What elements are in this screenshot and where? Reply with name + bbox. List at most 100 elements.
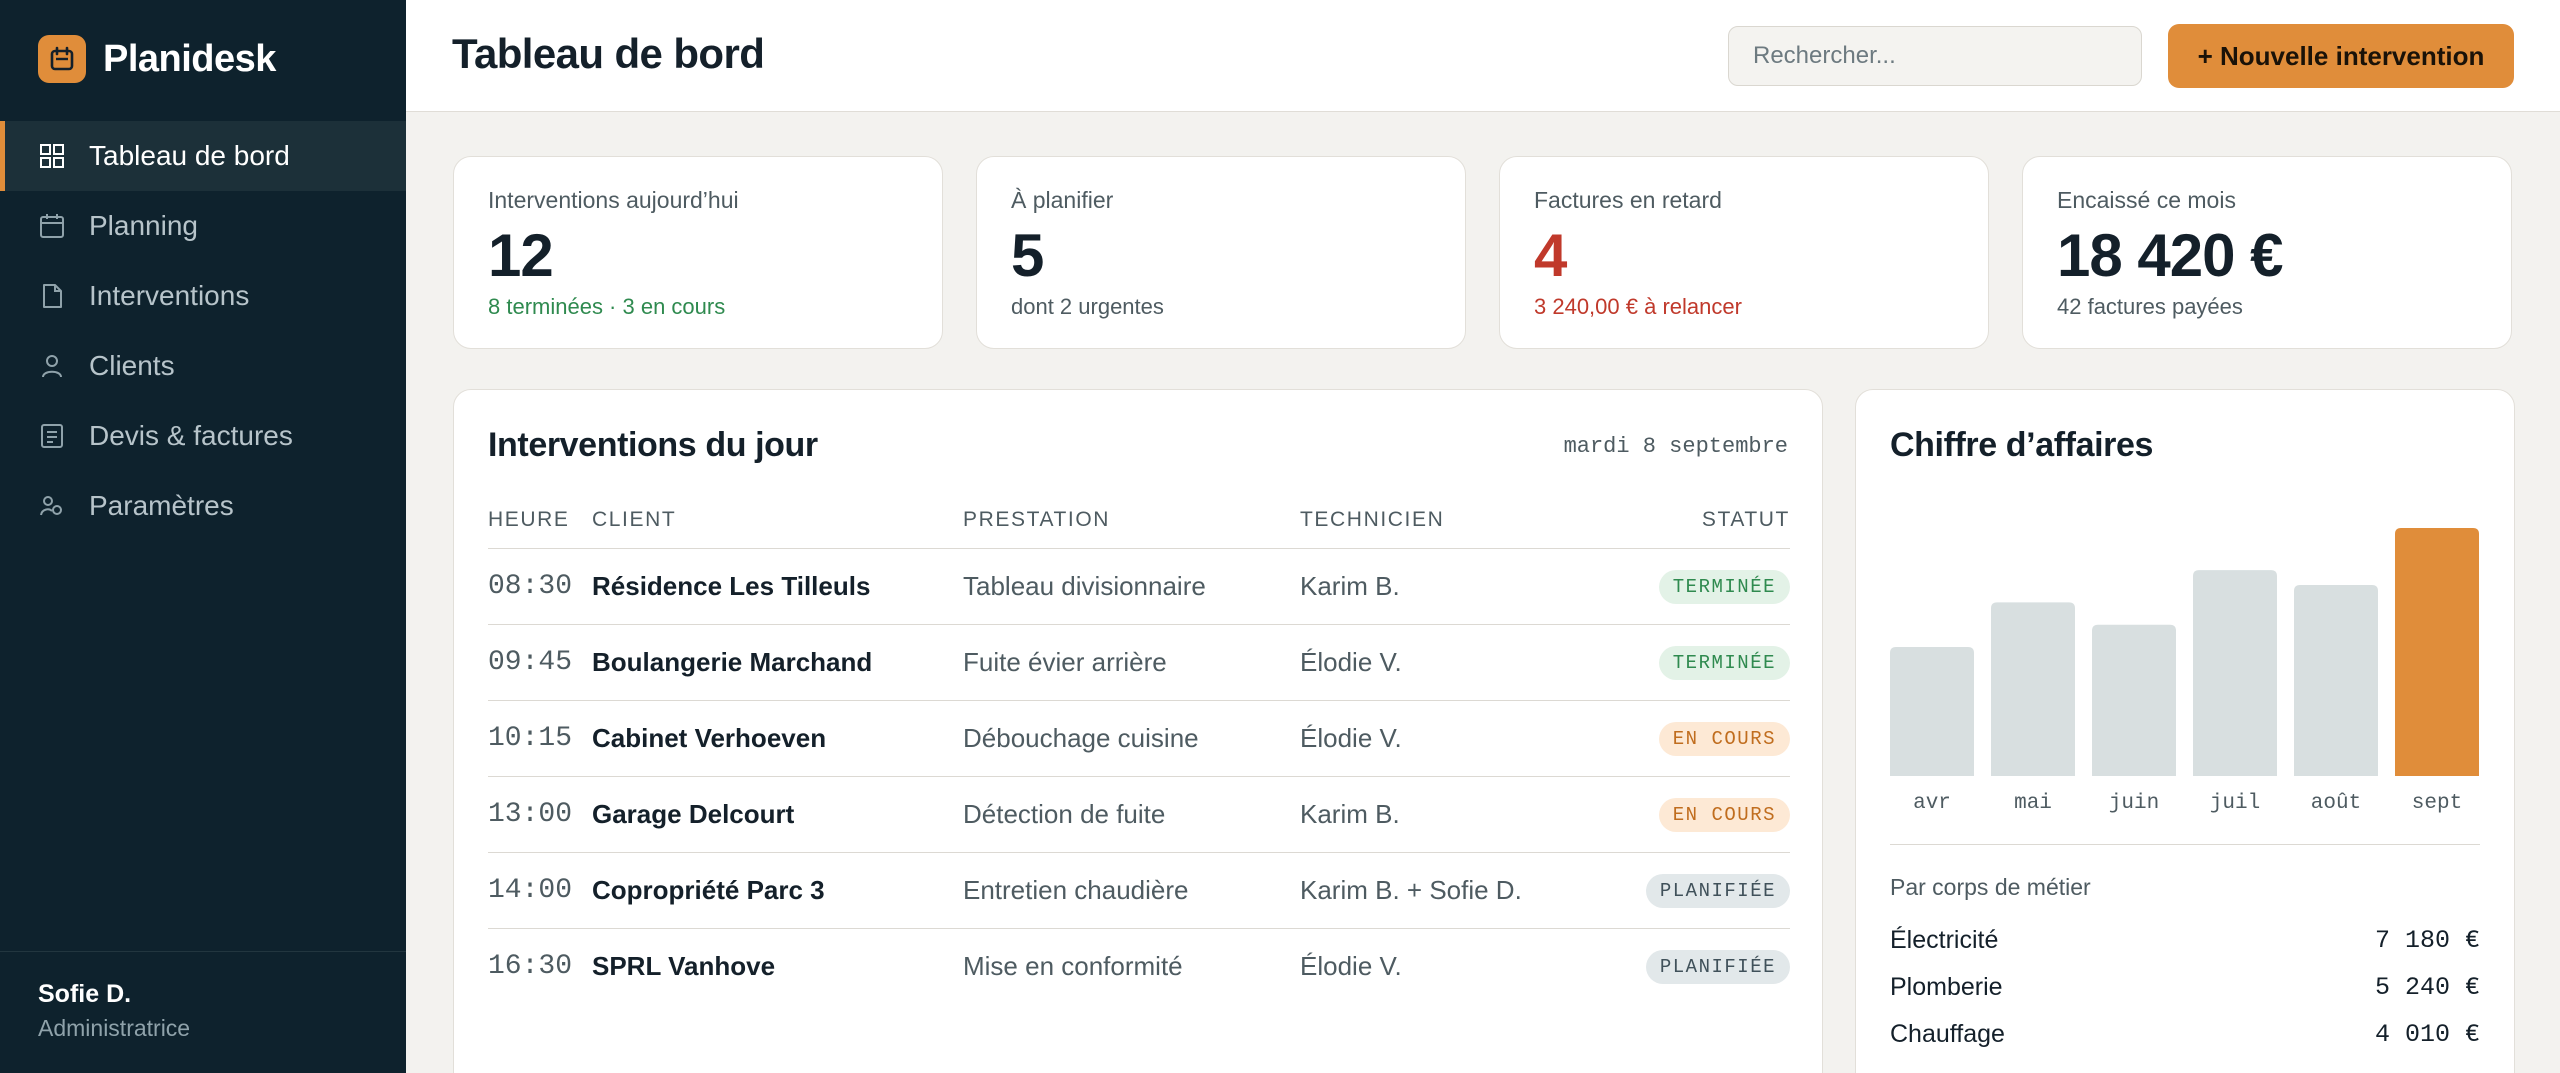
sidebar-item-label: Planning	[89, 210, 198, 241]
chart-bar-juil[interactable]	[2193, 570, 2277, 776]
new-intervention-button[interactable]: + Nouvelle intervention	[2168, 24, 2514, 88]
chart-tick-label: avr	[1913, 792, 1951, 815]
column-header-status[interactable]: STATUT	[1600, 492, 1790, 549]
settings-icon	[38, 492, 66, 520]
chart-bar-sept[interactable]	[2395, 528, 2479, 776]
chart-tick-label: juil	[2210, 792, 2260, 815]
row-time: 14:00	[488, 852, 592, 929]
chart-tick-label: juin	[2109, 792, 2159, 815]
dashboard-icon	[38, 142, 66, 170]
sidebar-item-dashboard[interactable]: Tableau de bord	[0, 121, 406, 191]
chart-bar-avr[interactable]	[1890, 647, 1974, 776]
stat-sub: dont 2 urgentes	[1011, 294, 1164, 319]
stat-sub: 42 factures payées	[2057, 294, 2243, 319]
row-service: Mise en conformité	[963, 950, 1183, 981]
sidebar-item-interventions[interactable]: Interventions	[0, 261, 406, 331]
row-technician: Élodie V.	[1300, 700, 1600, 777]
row-client: Copropriété Parc 3	[592, 852, 963, 929]
status-badge: EN COURS	[1658, 722, 1790, 756]
chart-bar-août[interactable]	[2294, 585, 2378, 776]
stat-card-collected: Encaissé ce mois 18 420 € 42 factures pa…	[2022, 156, 2512, 349]
column-header-technician[interactable]: TECHNICIEN	[1300, 492, 1600, 549]
chart-tick-label: sept	[2412, 792, 2462, 815]
page-title: Tableau de bord	[452, 30, 765, 77]
row-time: 16:30	[488, 950, 573, 982]
breakdown-title: Par corps de métier	[1890, 874, 2091, 900]
table-row[interactable]: 10:15 Cabinet Verhoeven Débouchage cuisi…	[488, 700, 1790, 777]
status-badge: PLANIFIÉE	[1645, 874, 1790, 908]
stat-value: 5	[1011, 222, 1044, 289]
sidebar-item-label: Tableau de bord	[89, 140, 290, 171]
revenue-bar-chart: avr mai juin juil août sept	[1890, 528, 2479, 815]
row-status-cell: PLANIFIÉE	[1600, 852, 1790, 929]
breakdown-row: Électricité 7 180 €	[1890, 922, 2480, 958]
table-body: 08:30 Résidence Les Tilleuls Tableau div…	[488, 548, 1790, 1004]
user-name: Sofie D.	[38, 980, 132, 1008]
breakdown-amount: 5 240 €	[2374, 972, 2480, 1002]
sidebar-item-quotes-invoices[interactable]: Devis & factures	[0, 401, 406, 471]
table-row[interactable]: 16:30 SPRL Vanhove Mise en conformité Él…	[488, 928, 1790, 1004]
stat-label: Encaissé ce mois	[2057, 187, 2236, 213]
stat-sub: 8 terminées · 3 en cours	[488, 294, 726, 319]
row-client: Boulangerie Marchand	[592, 624, 963, 701]
stat-sub: 3 240,00 € à relancer	[1534, 294, 1742, 319]
chart-divider	[1890, 844, 2480, 845]
row-status-cell: EN COURS	[1600, 700, 1790, 777]
table-row[interactable]: 09:45 Boulangerie Marchand Fuite évier a…	[488, 624, 1790, 701]
row-technician: Karim B.	[1300, 548, 1600, 625]
chart-tick-label: mai	[2014, 792, 2052, 815]
row-status-cell: EN COURS	[1600, 776, 1790, 853]
stat-value: 4	[1534, 222, 1567, 289]
breakdown-row: Plomberie 5 240 €	[1890, 969, 2480, 1005]
column-header-service[interactable]: PRESTATION	[963, 492, 1300, 549]
status-badge: EN COURS	[1658, 798, 1790, 832]
column-header-client[interactable]: CLIENT	[592, 492, 963, 549]
row-status-cell: TERMINÉE	[1600, 624, 1790, 701]
row-time: 13:00	[488, 776, 592, 853]
user-profile[interactable]: Sofie D. Administratrice	[0, 951, 406, 1073]
row-client: Cabinet Verhoeven	[592, 700, 963, 777]
user-icon	[38, 352, 66, 380]
row-technician: Karim B.	[1300, 776, 1600, 853]
row-service: Détection de fuite	[963, 776, 1300, 853]
chart-bar-mai[interactable]	[1991, 602, 2075, 776]
sidebar-nav: Tableau de bord Planning Interventions C…	[0, 121, 406, 541]
row-status-cell: TERMINÉE	[1600, 548, 1790, 625]
status-badge: TERMINÉE	[1658, 646, 1790, 680]
document-icon	[38, 282, 66, 310]
stat-value: 18 420 €	[2057, 222, 2284, 289]
row-technician: Karim B. + Sofie D.	[1300, 852, 1600, 929]
search-input[interactable]	[1728, 26, 2142, 86]
row-client: Résidence Les Tilleuls	[592, 548, 963, 625]
breakdown-name: Plomberie	[1890, 972, 2003, 1001]
breakdown-name: Électricité	[1890, 925, 1999, 954]
breakdown-name: Chauffage	[1890, 1019, 2005, 1048]
row-technician: Élodie V.	[1300, 950, 1402, 981]
sidebar-item-settings[interactable]: Paramètres	[0, 471, 406, 541]
row-time: 09:45	[488, 624, 592, 701]
panel-title: Interventions du jour	[488, 426, 818, 464]
breakdown-row: Chauffage 4 010 €	[1890, 1016, 2480, 1052]
sidebar-item-label: Paramètres	[89, 490, 234, 521]
row-technician: Élodie V.	[1300, 624, 1600, 701]
calendar-icon	[38, 212, 66, 240]
interventions-table: HEURE CLIENT PRESTATION TECHNICIEN STATU…	[488, 492, 1790, 1004]
brand[interactable]: Planidesk	[38, 34, 276, 84]
stat-label: Factures en retard	[1534, 187, 1722, 213]
row-client: SPRL Vanhove	[592, 950, 776, 981]
sidebar-item-planning[interactable]: Planning	[0, 191, 406, 261]
sidebar-item-clients[interactable]: Clients	[0, 331, 406, 401]
row-service: Entretien chaudière	[963, 852, 1300, 929]
chart-bar-juin[interactable]	[2092, 624, 2176, 776]
stat-card-overdue-invoices: Factures en retard 4 3 240,00 € à relanc…	[1499, 156, 1989, 349]
table-row[interactable]: 14:00 Copropriété Parc 3 Entretien chaud…	[488, 852, 1790, 929]
invoice-icon	[38, 422, 66, 450]
table-row[interactable]: 13:00 Garage Delcourt Détection de fuite…	[488, 776, 1790, 853]
status-badge: TERMINÉE	[1658, 570, 1790, 604]
chart-tick-label: août	[2311, 792, 2361, 815]
table-row[interactable]: 08:30 Résidence Les Tilleuls Tableau div…	[488, 548, 1790, 625]
stat-value: 12	[488, 222, 554, 289]
stat-card-to-plan: À planifier 5 dont 2 urgentes	[976, 156, 1466, 349]
row-client: Garage Delcourt	[592, 776, 963, 853]
column-header-time[interactable]: HEURE	[488, 492, 592, 549]
